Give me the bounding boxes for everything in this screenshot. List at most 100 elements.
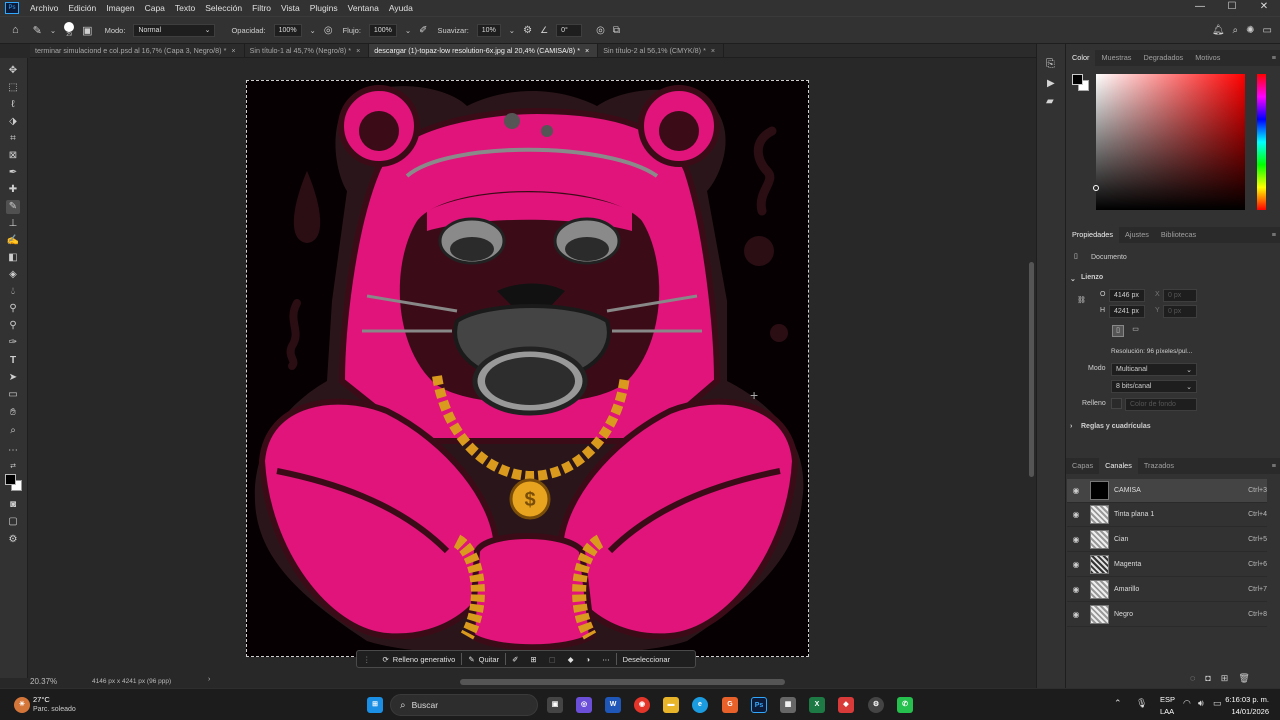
maximize-button[interactable]: ☐ [1216,0,1248,14]
zoom-level[interactable]: 20.37% [30,677,57,686]
new-channel-icon[interactable]: ⊞ [1221,673,1229,684]
panel-menu-icon[interactable]: ≡ [1268,50,1280,66]
photoshop-taskbar-icon[interactable]: Ps [751,697,767,713]
opacity-field[interactable]: 100% [273,23,302,37]
swap-colors-icon[interactable]: ⇄ [6,460,20,474]
tab-paths[interactable]: Trazados [1138,458,1180,474]
smoothing-settings-gear-icon[interactable]: ⚙ [523,25,532,36]
hue-slider[interactable] [1257,74,1266,210]
delete-channel-icon[interactable]: 🗑︎ [1238,673,1249,684]
panel-menu-icon[interactable]: ≡ [1268,227,1280,243]
flow-field[interactable]: 100% [368,23,397,37]
visibility-eye-icon[interactable]: ◉ [1069,486,1083,495]
tab-layers[interactable]: Capas [1066,458,1099,474]
rectangle-tool-icon[interactable]: ▭ [6,388,20,402]
edge-icon[interactable]: e [692,697,708,713]
link-icon[interactable]: ⛓ [1077,296,1086,304]
close-icon[interactable]: × [585,46,589,55]
settings-app-icon[interactable]: ⚙ [868,697,884,713]
close-icon[interactable]: × [356,46,360,55]
chevron-right-icon[interactable]: › [1070,423,1072,430]
angle-field[interactable]: 0° [556,23,583,37]
horizontal-scrollbar[interactable] [460,679,785,685]
whatsapp-icon[interactable]: ✆ [897,697,913,713]
tab-color[interactable]: Color [1066,50,1096,66]
vertical-scrollbar[interactable] [1029,262,1034,477]
visibility-eye-icon[interactable]: ◉ [1069,535,1083,544]
more-tools-icon[interactable]: ⋯ [6,444,20,458]
type-tool-icon[interactable]: T [6,354,20,368]
windows-start-icon[interactable]: ⊞ [367,697,383,713]
visibility-eye-icon[interactable]: ◉ [1069,585,1083,594]
smooth-field[interactable]: 10% [476,23,501,37]
marquee-tool-icon[interactable]: ⬚ [6,81,20,95]
brush-tool-icon[interactable]: ✎ [6,200,20,214]
tab-document-2[interactable]: Sin título-1 al 45,7% (Negro/8) * × [245,44,370,57]
chevron-up-icon[interactable]: ⌃ [1114,698,1122,709]
lasso-tool-icon[interactable]: ℓ [6,98,20,112]
fill-swatch[interactable] [1111,398,1122,409]
object-selection-tool-icon[interactable]: ⬗ [6,115,20,129]
chevron-down-icon[interactable]: ⌄ [509,26,515,35]
menu-imagen[interactable]: Imagen [101,3,139,13]
language-primary[interactable]: ESP [1160,695,1175,704]
tab-document-3-active[interactable]: descargar (1)-topaz-low resolution-6x.jp… [369,44,599,57]
height-field[interactable]: 4241 px [1109,305,1145,318]
channel-row-negro[interactable]: ◉ Negro Ctrl+8 [1067,603,1267,627]
mode-select[interactable]: Multicanal ⌄ [1111,363,1197,376]
width-field[interactable]: 4146 px [1109,289,1145,302]
x-field[interactable]: 0 px [1163,289,1197,302]
chrome-icon[interactable]: ◉ [634,697,650,713]
history-icon[interactable]: ⎘ [1046,58,1055,71]
chevron-down-icon[interactable]: ⌄ [50,26,56,35]
channel-row-amarillo[interactable]: ◉ Amarillo Ctrl+7 [1067,578,1267,602]
close-icon[interactable]: × [231,46,235,55]
panel-menu-icon[interactable]: ≡ [1268,458,1280,474]
channel-row-camisa[interactable]: ◉ CAMISA Ctrl+3 [1067,479,1267,503]
visibility-eye-icon[interactable]: ◉ [1069,560,1083,569]
status-menu-arrow[interactable]: › [208,676,210,683]
portrait-orientation-icon[interactable]: ▯ [1112,325,1124,337]
load-selection-icon[interactable]: ◌ [1190,673,1195,684]
brush-settings-icon[interactable]: ▣ [82,24,92,37]
tab-channels[interactable]: Canales [1099,458,1138,474]
invert-icon[interactable]: ◑ [580,655,597,664]
mask-icon[interactable]: ▢ [543,655,562,664]
foreground-color-swatch[interactable] [5,474,16,485]
pressure-opacity-icon[interactable]: ◎ [324,25,333,36]
history-brush-tool-icon[interactable]: ✍ [6,234,20,248]
edit-toolbar-icon[interactable]: ⚙ [6,533,20,547]
tab-adjustments[interactable]: Ajustes [1119,227,1155,243]
frame-tool-icon[interactable]: ⊠ [6,149,20,163]
mode-select[interactable]: Normal ⌄ [133,23,216,37]
color-saturation-field[interactable] [1096,74,1245,210]
volume-icon[interactable]: 🔊︎ [1198,698,1204,709]
symmetry-icon[interactable]: ⧉ [613,25,620,36]
menu-capa[interactable]: Capa [140,3,170,13]
crop-tool-icon[interactable]: ⌗ [6,132,20,146]
eraser-tool-icon[interactable]: ◧ [6,251,20,265]
transform-icon[interactable]: ⊞ [524,655,542,664]
clock-date[interactable]: 14/01/2026 [1223,707,1269,716]
chevron-down-icon[interactable]: ⌄ [310,26,316,35]
language-secondary[interactable]: LAA [1160,707,1174,716]
taskbar-search-box[interactable]: ⌕ Buscar [390,694,538,716]
quick-mask-icon[interactable]: ◙ [6,498,20,512]
generative-fill-button[interactable]: ⟳ Relleno generativo [377,655,462,664]
file-explorer-icon[interactable]: ▬ [663,697,679,713]
save-selection-icon[interactable]: ◘ [1205,673,1210,684]
fill-icon[interactable]: ◆ [562,655,580,664]
eyedropper-tool-icon[interactable]: ✒ [6,166,20,180]
comments-icon[interactable]: ▰ [1046,96,1054,107]
more-options-icon[interactable]: ⋯ [596,655,616,664]
airbrush-icon[interactable]: ✐ [419,25,427,36]
channel-row-tinta-plana[interactable]: ◉ Tinta plana 1 Ctrl+4 [1067,503,1267,527]
remove-button[interactable]: ✎ Quitar [462,655,505,664]
tab-document-4[interactable]: Sin título-2 al 56,1% (CMYK/8) * × [598,44,725,57]
clock-time[interactable]: 6:16:03 p. m. [1223,695,1269,704]
y-field[interactable]: 0 px [1163,305,1197,318]
blur-tool-icon[interactable]: 💧︎ [6,285,20,299]
modify-selection-icon[interactable]: ✐ [506,655,524,664]
weather-icon[interactable]: ☀ [14,697,30,713]
bell-icon[interactable]: 🔔︎ [1212,25,1225,36]
